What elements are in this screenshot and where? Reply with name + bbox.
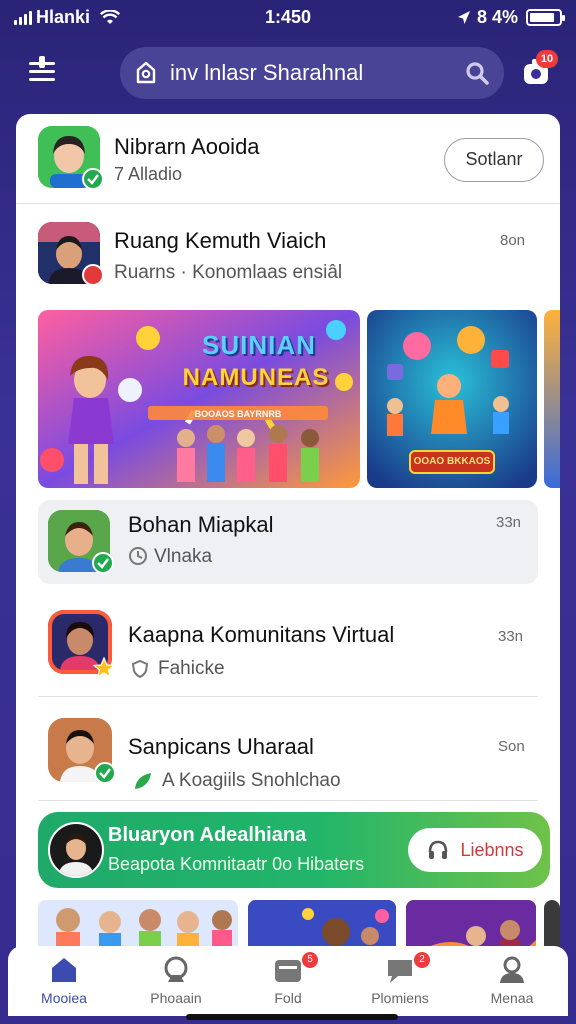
list-item[interactable]: Kaapna Komunitans Virtual Fahicke 33n <box>16 592 560 692</box>
search-icon[interactable] <box>464 60 490 86</box>
nav-label: Fold <box>274 990 302 1006</box>
post-row[interactable]: Ruang Kemuth Viaich Ruarns · Konomlaas e… <box>16 206 560 306</box>
profile-icon <box>500 956 524 983</box>
message-icon <box>388 960 412 983</box>
nav-label: Mooiea <box>41 990 87 1006</box>
inbox-icon <box>275 960 301 982</box>
verified-badge-icon <box>82 168 104 190</box>
nav-chat[interactable]: Phoaain <box>120 946 232 1016</box>
promo-title: Bluaryon Adealhiana <box>108 824 307 846</box>
status-right: 8 4% <box>457 7 565 28</box>
nav-home[interactable]: Mooiea <box>8 946 120 1016</box>
next-banner-peek[interactable] <box>544 310 560 488</box>
nav-messages[interactable]: 2 Plomiens <box>344 946 456 1016</box>
banner-title-line2: NAMUNEAS <box>182 364 330 391</box>
nav-label: Menaa <box>490 990 534 1006</box>
list-item-subtitle: Vlnaka <box>154 546 213 567</box>
event-banner-caption: BOOAOS BAYRNRB <box>195 409 282 419</box>
star-badge-icon <box>92 656 116 679</box>
nav-badge: 5 <box>302 952 318 968</box>
suggested-user-name: Nibrarn Aooida <box>114 134 260 159</box>
list-item-subtitle: A Koagiils Snohlchao <box>162 770 341 791</box>
post-author-name: Ruang Kemuth Viaich <box>114 228 327 253</box>
status-bar: Hlanki 1:450 8 4% <box>0 0 576 36</box>
verified-badge-icon <box>92 552 114 574</box>
list-item[interactable]: Sanpicans Uharaal A Koagiils Snohlchao S… <box>16 700 560 800</box>
chat-icon <box>164 956 188 982</box>
list-item-time: Son <box>498 738 525 755</box>
promo-avatar <box>48 822 104 878</box>
shield-icon <box>131 659 149 679</box>
follow-button[interactable]: Sotlanr <box>444 138 544 182</box>
game-banner[interactable]: OOAO BKKAOS <box>367 310 537 488</box>
promo-button[interactable]: Liebnns <box>408 828 542 872</box>
feed-card: Nibrarn Aooida 7 Alladio Sotlanr Ruang K… <box>16 114 560 974</box>
home-icon <box>52 958 76 982</box>
list-item-time: 33n <box>498 628 524 645</box>
home-indicator <box>186 1014 398 1020</box>
nav-inbox[interactable]: 5 Fold <box>232 946 344 1016</box>
menu-button[interactable] <box>26 56 58 88</box>
list-item-title: Bohan Miapkal <box>128 512 274 537</box>
list-item-time: 33n <box>496 514 522 531</box>
suggested-user-subtitle: 7 Alladio <box>114 164 183 184</box>
list-item-subtitle: Fahicke <box>158 658 225 679</box>
divider <box>38 696 538 697</box>
promo-subtitle: Beapota Komnitaatr 0o Hibaters <box>108 854 365 874</box>
battery-fill <box>530 13 554 22</box>
banner-title-line1: SUINIAN <box>202 330 316 360</box>
leaf-icon <box>135 773 151 789</box>
promo-button-label: Liebnns <box>460 839 524 860</box>
list-item-title: Sanpicans Uharaal <box>128 734 314 759</box>
battery-icon <box>526 9 565 26</box>
verified-badge-icon <box>94 762 116 784</box>
app-logo-icon <box>136 61 156 84</box>
post-time: 8on <box>500 232 526 249</box>
headset-icon <box>429 840 448 859</box>
post-subtitle: Ruarns · Konomlaas ensiâl <box>114 262 343 283</box>
list-item-title: Kaapna Komunitans Virtual <box>128 622 395 647</box>
promo-banner[interactable]: Bluaryon Adealhiana Beapota Komnitaatr 0… <box>38 812 550 888</box>
live-badge-icon <box>82 264 104 286</box>
suggested-user-row[interactable]: Nibrarn Aooida 7 Alladio Sotlanr <box>16 114 560 204</box>
list-item[interactable]: Bohan Miapkal Vlnaka 33n <box>38 500 538 584</box>
game-banner-cta[interactable]: OOAO BKKAOS <box>409 450 495 474</box>
notification-badge: 10 <box>536 50 558 68</box>
divider <box>16 203 560 204</box>
event-banner[interactable]: BOOAOS BAYRNRB SUINIAN NAMUNEAS <box>38 310 360 488</box>
search-input[interactable]: inv lnlasr Sharahnal <box>170 60 464 86</box>
nav-badge: 2 <box>414 952 430 968</box>
battery-percent: 8 4% <box>476 7 518 27</box>
nav-profile[interactable]: Menaa <box>456 946 568 1016</box>
search-bar[interactable]: inv lnlasr Sharahnal <box>120 47 504 99</box>
bottom-nav: Mooiea Phoaain 5 Fold 2 Plomiens Menaa <box>8 946 568 1016</box>
nav-label: Plomiens <box>371 990 429 1006</box>
location-arrow-icon <box>457 10 470 24</box>
divider <box>38 800 538 801</box>
nav-label: Phoaain <box>150 990 202 1006</box>
clock-icon <box>129 547 147 565</box>
